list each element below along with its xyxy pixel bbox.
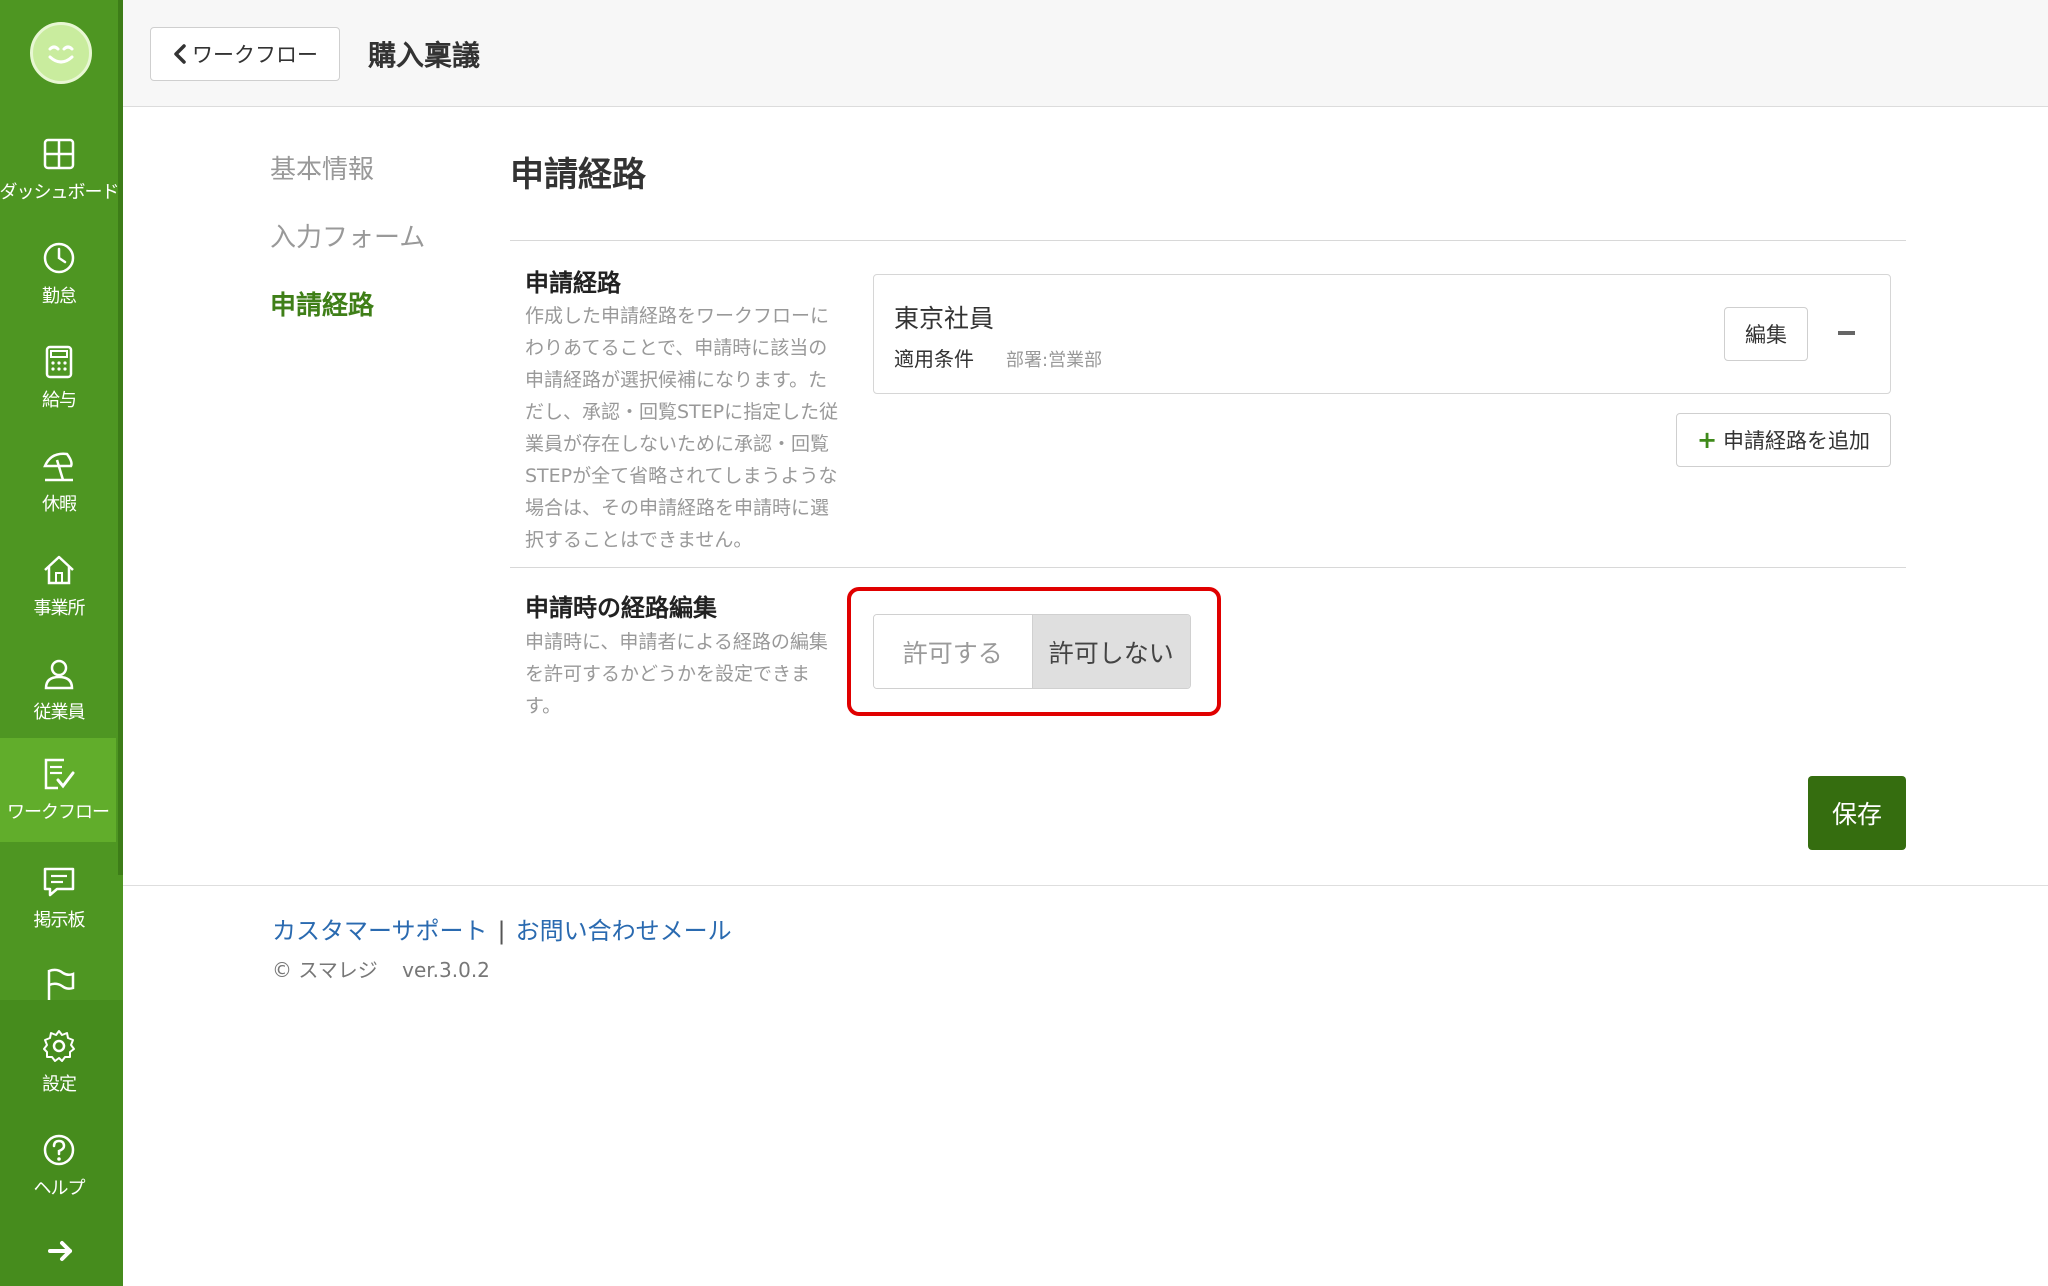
sidebar-item-label: 休暇	[42, 494, 77, 515]
calculator-icon	[45, 345, 73, 379]
sidebar-scrollbar[interactable]	[118, 0, 123, 875]
person-icon	[44, 659, 74, 690]
sidebar-item-settings[interactable]: 設定	[0, 1010, 118, 1114]
route-edit-field-description: 申請時に、申請者による経路の編集を許可するかどうかを設定できます。	[525, 631, 828, 717]
workflow-check-icon	[44, 758, 75, 790]
sidebar-item-label: 掲示板	[33, 910, 86, 931]
sidebar-item-label: 従業員	[33, 702, 86, 723]
footer-separator: |	[497, 917, 506, 945]
page-header: ワークフロー 購入稟議	[123, 0, 2048, 107]
copyright: © スマレジ ver.3.0.2	[272, 954, 490, 983]
sidebar: ダッシュボード 勤怠 給与 休暇 事業所 従業員 ワークフロー 掲示板 設定 ヘ…	[0, 0, 123, 1286]
back-to-workflow-button[interactable]: ワークフロー	[150, 27, 340, 81]
save-button[interactable]: 保存	[1808, 776, 1906, 850]
version: ver.3.0.2	[402, 958, 490, 982]
contact-mail-link[interactable]: お問い合わせメール	[516, 917, 732, 945]
sidebar-item-label: 勤怠	[42, 286, 77, 307]
condition-label: 適用条件	[894, 347, 974, 371]
route-edit-toggle: 許可する 許可しない	[873, 614, 1191, 689]
sidebar-item-label: 給与	[42, 390, 77, 411]
add-route-button[interactable]: + 申請経路を追加	[1676, 413, 1891, 467]
home-icon	[44, 555, 74, 585]
divider	[510, 240, 1906, 241]
sidebar-item-bulletin[interactable]: 掲示板	[0, 846, 118, 950]
sidebar-item-attendance[interactable]: 勤怠	[0, 222, 118, 326]
sidebar-item-office[interactable]: 事業所	[0, 534, 118, 638]
divider	[510, 567, 1906, 568]
route-field-description: 作成した申請経路をワークフローにわりあてることで、申請時に該当の申請経路が選択候…	[525, 305, 839, 551]
route-name: 東京社員	[894, 304, 995, 333]
message-board-icon	[43, 867, 75, 897]
add-route-label: 申請経路を追加	[1723, 429, 1871, 453]
help-icon	[43, 1134, 75, 1166]
dashboard-icon	[43, 138, 75, 170]
sidebar-item-flag[interactable]	[0, 948, 118, 1008]
edit-route-button[interactable]: 編集	[1724, 307, 1808, 361]
expand-sidebar-arrow-icon[interactable]	[44, 1236, 78, 1266]
copyright-text: © スマレジ	[272, 958, 378, 982]
smile-icon	[48, 45, 74, 64]
gear-icon	[43, 1030, 75, 1062]
sidebar-item-label: ワークフロー	[7, 802, 110, 823]
sidebar-item-label: ダッシュボード	[0, 182, 120, 203]
sidebar-item-help[interactable]: ヘルプ	[0, 1114, 118, 1218]
tab-application-route[interactable]: 申請経路	[270, 285, 374, 322]
clock-icon	[43, 242, 75, 274]
route-edit-field-label: 申請時の経路編集	[525, 594, 717, 622]
sidebar-item-payroll[interactable]: 給与	[0, 326, 118, 430]
avatar[interactable]	[30, 22, 92, 84]
customer-support-link[interactable]: カスタマーサポート	[272, 917, 488, 945]
sidebar-item-vacation[interactable]: 休暇	[0, 430, 118, 534]
sidebar-item-label: 設定	[42, 1074, 77, 1095]
footer-divider	[123, 885, 2048, 886]
sidebar-item-label: ヘルプ	[33, 1178, 86, 1199]
route-field-label: 申請経路	[525, 269, 621, 297]
minus-icon	[1837, 331, 1855, 335]
sidebar-item-workflow[interactable]: ワークフロー	[0, 738, 116, 842]
sidebar-item-label: 事業所	[33, 598, 86, 619]
route-card: 東京社員 適用条件 部署:営業部 編集	[873, 274, 1891, 394]
back-button-label: ワークフロー	[192, 43, 318, 67]
disallow-option[interactable]: 許可しない	[1032, 615, 1190, 688]
remove-route-button[interactable]	[1828, 313, 1864, 353]
footer-links: カスタマーサポート | お問い合わせメール	[272, 911, 732, 946]
beach-umbrella-icon	[43, 452, 73, 482]
sidebar-item-employees[interactable]: 従業員	[0, 638, 118, 742]
page-title: 購入稟議	[368, 39, 481, 72]
allow-option[interactable]: 許可する	[874, 615, 1033, 688]
sidebar-item-dashboard[interactable]: ダッシュボード	[0, 118, 120, 222]
chevron-left-icon	[174, 44, 186, 64]
tab-input-form[interactable]: 入力フォーム	[270, 217, 425, 254]
flag-icon	[47, 968, 75, 1000]
plus-icon: +	[1696, 426, 1718, 454]
condition-value: 部署:営業部	[1006, 350, 1103, 371]
section-title: 申請経路	[510, 155, 646, 195]
tab-basic-info[interactable]: 基本情報	[270, 149, 374, 186]
